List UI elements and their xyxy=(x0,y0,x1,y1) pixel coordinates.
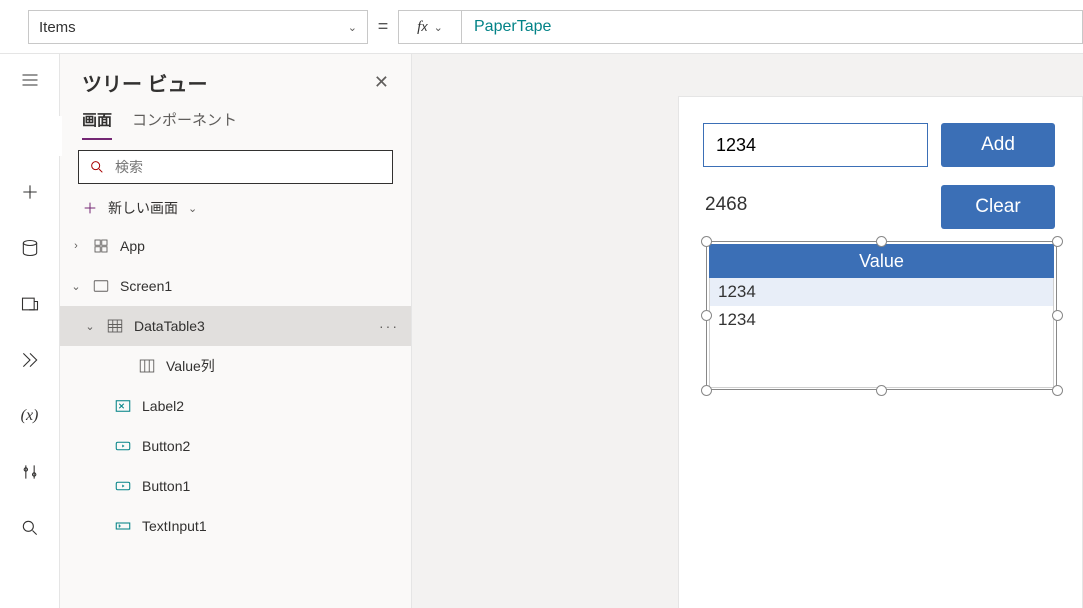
datatable-header[interactable]: Value xyxy=(709,244,1054,278)
screen-icon xyxy=(92,277,110,295)
tree-node-label: App xyxy=(120,238,145,254)
column-icon xyxy=(138,357,156,375)
datatable-control[interactable]: Value 1234 1234 xyxy=(709,244,1054,389)
tab-screens[interactable]: 画面 xyxy=(82,109,112,140)
button-icon xyxy=(114,437,132,455)
tree-node-value-column[interactable]: Value列 xyxy=(60,346,411,386)
tree-node-label: Screen1 xyxy=(120,278,172,294)
clear-button-label: Clear xyxy=(975,196,1020,218)
tree-node-label: Label2 xyxy=(142,398,184,414)
advanced-tools-icon[interactable] xyxy=(10,458,50,486)
tree: › App ⌄ Screen1 ⌄ DataTable3 ··· Value列 xyxy=(60,226,411,546)
chevron-down-icon: ⌄ xyxy=(188,202,197,215)
data-icon[interactable] xyxy=(10,234,50,262)
formula-bar[interactable]: PaperTape xyxy=(462,10,1083,44)
artboard[interactable]: 1234 Add 2468 Clear Value xyxy=(678,96,1083,608)
canvas-area[interactable]: 1234 Add 2468 Clear Value xyxy=(412,54,1083,608)
tree-node-button2[interactable]: Button2 xyxy=(60,426,411,466)
tree-node-label: Button1 xyxy=(142,478,190,494)
table-row[interactable]: 1234 xyxy=(710,278,1053,306)
power-automate-icon[interactable] xyxy=(10,346,50,374)
media-icon[interactable] xyxy=(10,290,50,318)
button-icon xyxy=(114,477,132,495)
datatable-header-label: Value xyxy=(859,251,904,272)
property-dropdown-label: Items xyxy=(39,19,76,36)
tree-node-textinput1[interactable]: TextInput1 xyxy=(60,506,411,546)
left-rail: (x) xyxy=(0,54,60,608)
close-icon[interactable]: ✕ xyxy=(374,72,389,93)
resize-handle[interactable] xyxy=(1052,310,1063,321)
search-icon[interactable] xyxy=(10,514,50,542)
tree-node-button1[interactable]: Button1 xyxy=(60,466,411,506)
hamburger-icon[interactable] xyxy=(10,66,50,94)
chevron-down-icon: ⌄ xyxy=(348,21,357,34)
search-field[interactable] xyxy=(115,159,382,175)
add-button[interactable]: Add xyxy=(941,123,1055,167)
chevron-down-icon: ⌄ xyxy=(434,21,443,34)
tree-node-label: Button2 xyxy=(142,438,190,454)
chevron-down-icon[interactable]: ⌄ xyxy=(70,280,82,293)
resize-handle[interactable] xyxy=(1052,236,1063,247)
textinput-icon xyxy=(114,517,132,535)
tree-node-label: DataTable3 xyxy=(134,318,205,334)
resize-handle[interactable] xyxy=(701,236,712,247)
plus-icon xyxy=(82,200,98,216)
resize-handle[interactable] xyxy=(701,310,712,321)
table-row[interactable]: 1234 xyxy=(710,306,1053,334)
tab-components[interactable]: コンポーネント xyxy=(132,109,237,140)
tree-node-label: Value列 xyxy=(166,356,215,376)
resize-handle[interactable] xyxy=(701,385,712,396)
tree-view-panel: ツリー ビュー ✕ 画面 コンポーネント 新しい画面 ⌄ › App ⌄ xyxy=(60,54,412,608)
tree-node-label: TextInput1 xyxy=(142,518,207,534)
add-button-label: Add xyxy=(981,134,1015,156)
new-screen-button[interactable]: 新しい画面 ⌄ xyxy=(60,190,411,226)
search-icon xyxy=(89,159,105,175)
variables-icon[interactable]: (x) xyxy=(10,402,50,430)
new-screen-label: 新しい画面 xyxy=(108,198,178,218)
tree-view-icon[interactable] xyxy=(10,122,50,150)
tree-node-screen1[interactable]: ⌄ Screen1 xyxy=(60,266,411,306)
resize-handle[interactable] xyxy=(876,236,887,247)
formula-value: PaperTape xyxy=(474,18,551,36)
label-icon xyxy=(114,397,132,415)
tree-node-app[interactable]: › App xyxy=(60,226,411,266)
more-icon[interactable]: ··· xyxy=(379,318,399,334)
text-input-value: 1234 xyxy=(716,135,756,156)
app-icon xyxy=(92,237,110,255)
panel-title: ツリー ビュー xyxy=(82,68,208,97)
tree-node-label2[interactable]: Label2 xyxy=(60,386,411,426)
chevron-right-icon[interactable]: › xyxy=(70,240,82,252)
chevron-down-icon[interactable]: ⌄ xyxy=(84,320,96,333)
clear-button[interactable]: Clear xyxy=(941,185,1055,229)
text-input-control[interactable]: 1234 xyxy=(703,123,928,167)
search-input[interactable] xyxy=(78,150,393,184)
equals-sign: = xyxy=(368,16,398,37)
resize-handle[interactable] xyxy=(1052,385,1063,396)
output-label: 2468 xyxy=(705,194,747,216)
tree-node-datatable[interactable]: ⌄ DataTable3 ··· xyxy=(60,306,411,346)
datatable-body: 1234 1234 xyxy=(709,278,1054,388)
insert-icon[interactable] xyxy=(10,178,50,206)
datatable-icon xyxy=(106,317,124,335)
fx-button[interactable]: fx⌄ xyxy=(398,10,462,44)
resize-handle[interactable] xyxy=(876,385,887,396)
property-dropdown[interactable]: Items ⌄ xyxy=(28,10,368,44)
